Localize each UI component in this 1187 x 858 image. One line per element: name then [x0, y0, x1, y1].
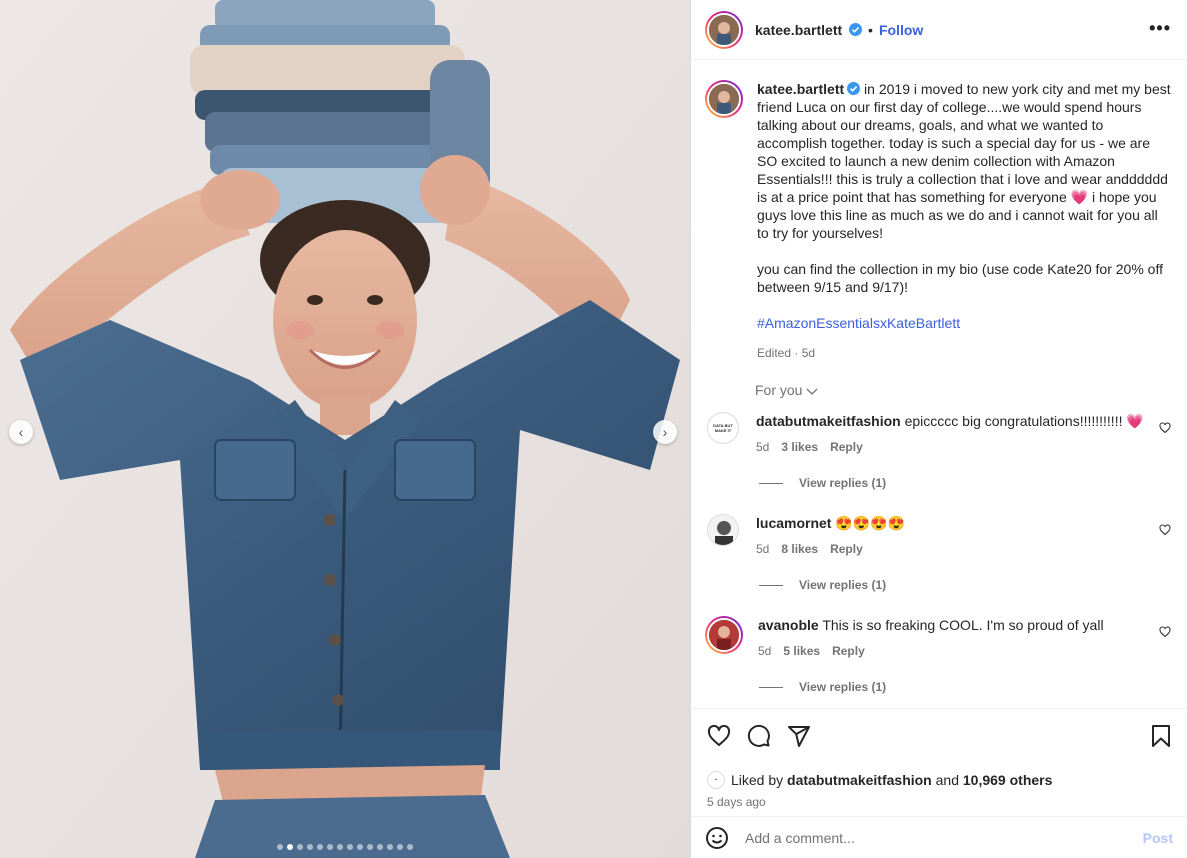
view-replies-button[interactable]: View replies (1) — [759, 680, 1171, 694]
comment-avatar[interactable]: DATA BUT MAKE IT — [707, 412, 739, 444]
add-comment-bar: Post — [691, 816, 1187, 858]
view-replies-label[interactable]: View replies (1) — [799, 680, 886, 694]
for-you-dropdown[interactable]: For you — [755, 382, 1171, 398]
carousel-dot — [287, 844, 293, 850]
verified-badge-icon — [847, 82, 861, 95]
like-comment-heart-icon[interactable] — [1159, 422, 1171, 434]
verified-badge-icon — [849, 22, 863, 36]
comment-likes[interactable]: 3 likes — [781, 438, 818, 456]
instagram-post-modal: ‹ › katee.bartlett • Follow ••• katee.ba… — [0, 0, 1187, 858]
chevron-down-icon — [806, 388, 818, 395]
caption-author-avatar[interactable] — [705, 80, 743, 118]
like-heart-icon[interactable] — [707, 724, 731, 748]
post-media[interactable]: ‹ › — [0, 0, 690, 858]
carousel-dot — [407, 844, 413, 850]
save-bookmark-icon[interactable] — [1149, 724, 1173, 748]
view-replies-button[interactable]: View replies (1) — [759, 476, 1171, 490]
comments-scroll-area[interactable]: katee.bartlett in 2019 i moved to new yo… — [691, 60, 1187, 708]
share-send-icon[interactable] — [787, 724, 811, 748]
post-timestamp[interactable]: 5 days ago — [707, 795, 1171, 809]
follow-button[interactable]: Follow — [879, 22, 923, 38]
like-comment-heart-icon[interactable] — [1159, 524, 1171, 536]
comment-username[interactable]: lucamornet — [756, 515, 831, 531]
liked-by-summary: ▪ Liked by databutmakeitfashion and 10,9… — [707, 771, 1171, 789]
comment-age[interactable]: 5d — [756, 540, 769, 558]
carousel-indicator — [277, 844, 413, 850]
caption-meta: Edited · 5d — [757, 346, 816, 360]
liker-avatar[interactable]: ▪ — [707, 771, 725, 789]
view-replies-button[interactable]: View replies (1) — [759, 578, 1171, 592]
emoji-picker-icon[interactable] — [705, 826, 729, 850]
comment-item: lucamornet 😍😍😍😍 5d 8 likes Reply — [705, 514, 1171, 558]
reply-button[interactable]: Reply — [830, 540, 863, 558]
avatar-logo-text: DATA BUT MAKE IT — [713, 423, 733, 433]
view-replies-label[interactable]: View replies (1) — [799, 578, 886, 592]
comment-age[interactable]: 5d — [756, 438, 769, 456]
comment-username[interactable]: databutmakeitfashion — [756, 413, 901, 429]
liked-by-and: and — [935, 772, 959, 788]
liked-by-user[interactable]: databutmakeitfashion — [787, 772, 932, 788]
carousel-dot — [307, 844, 313, 850]
comment-text: epiccccc big congratulations!!!!!!!!!!! — [904, 413, 1123, 429]
more-options-icon[interactable]: ••• — [1149, 18, 1171, 39]
comment-item: DATA BUT MAKE IT databutmakeitfashion ep… — [705, 412, 1171, 456]
post-actions-section: ▪ Liked by databutmakeitfashion and 10,9… — [691, 708, 1187, 858]
comment-avatar[interactable] — [707, 514, 739, 546]
carousel-dot — [317, 844, 323, 850]
action-icons-row — [707, 721, 1171, 751]
header-separator: • — [868, 21, 873, 38]
comment-likes[interactable]: 5 likes — [783, 642, 820, 660]
caption-text: katee.bartlett in 2019 i moved to new yo… — [757, 80, 1171, 362]
comment-text: This is so freaking COOL. I'm so proud o… — [822, 617, 1104, 633]
post-comment-button[interactable]: Post — [1143, 830, 1173, 846]
carousel-dot — [357, 844, 363, 850]
add-comment-input[interactable] — [745, 829, 1143, 846]
carousel-dot — [297, 844, 303, 850]
heart-eyes-emoji-icon: 😍😍😍😍 — [835, 515, 906, 531]
heart-emoji-icon: 💗 — [1126, 413, 1144, 429]
author-username[interactable]: katee.bartlett — [755, 22, 842, 38]
carousel-dot — [377, 844, 383, 850]
comment-likes[interactable]: 8 likes — [781, 540, 818, 558]
hashtag-link[interactable]: #AmazonEssentialsxKateBartlett — [757, 315, 960, 331]
post-caption: katee.bartlett in 2019 i moved to new yo… — [705, 80, 1171, 362]
carousel-next-button[interactable]: › — [653, 420, 677, 444]
reply-button[interactable]: Reply — [830, 438, 863, 456]
post-header: katee.bartlett • Follow ••• — [691, 0, 1187, 60]
pink-heart-emoji-icon: 💗 — [1070, 189, 1089, 205]
reply-button[interactable]: Reply — [832, 642, 865, 660]
liked-by-others[interactable]: 10,969 others — [963, 772, 1053, 788]
carousel-dot — [347, 844, 353, 850]
carousel-prev-button[interactable]: ‹ — [9, 420, 33, 444]
comment-item: avanoble This is so freaking COOL. I'm s… — [705, 616, 1171, 660]
comment-username[interactable]: avanoble — [758, 617, 819, 633]
carousel-dot — [337, 844, 343, 850]
carousel-dot — [397, 844, 403, 850]
liked-by-prefix: Liked by — [731, 772, 784, 788]
comment-bubble-icon[interactable] — [747, 724, 771, 748]
carousel-dot — [277, 844, 283, 850]
post-side-panel: katee.bartlett • Follow ••• katee.bartle… — [690, 0, 1187, 858]
author-avatar[interactable] — [705, 10, 743, 49]
comment-avatar-story-ring[interactable] — [705, 616, 743, 654]
view-replies-label[interactable]: View replies (1) — [799, 476, 886, 490]
comment-age[interactable]: 5d — [758, 642, 771, 660]
for-you-label[interactable]: For you — [755, 382, 802, 398]
carousel-dot — [327, 844, 333, 850]
carousel-dot — [387, 844, 393, 850]
caption-username[interactable]: katee.bartlett — [757, 81, 844, 97]
caption-paragraph-2: you can find the collection in my bio (u… — [757, 261, 1163, 295]
caption-body-part1: in 2019 i moved to new york city and met… — [757, 81, 1171, 205]
like-comment-heart-icon[interactable] — [1159, 626, 1171, 638]
post-photo — [0, 0, 690, 858]
carousel-dot — [367, 844, 373, 850]
author-username-link[interactable]: katee.bartlett — [755, 22, 863, 38]
